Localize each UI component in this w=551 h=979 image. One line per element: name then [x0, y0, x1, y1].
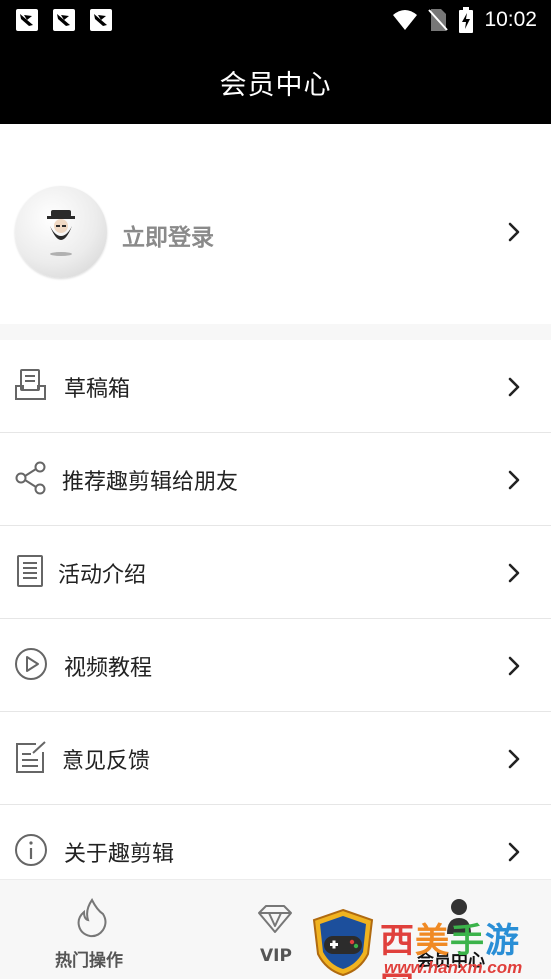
tab-label: 热门操作: [55, 951, 123, 971]
notification-icon: [16, 9, 38, 31]
feedback-edit-icon: [16, 741, 46, 773]
chevron-right-icon: [508, 470, 520, 490]
tab-vip[interactable]: VIP: [240, 880, 310, 979]
menu-item-activity[interactable]: 活动介绍: [0, 526, 551, 619]
menu-item-about[interactable]: 关于趣剪辑: [0, 805, 551, 881]
chevron-right-icon: [508, 842, 520, 862]
flame-icon: [77, 898, 107, 938]
status-time: 10:02: [484, 8, 537, 31]
tab-label: VIP: [260, 946, 292, 966]
title-bar: 会员中心: [0, 40, 551, 124]
info-icon: [15, 834, 47, 866]
chevron-right-icon: [508, 749, 520, 769]
wifi-icon: [393, 10, 418, 30]
play-circle-icon: [15, 648, 47, 680]
chevron-right-icon: [508, 222, 520, 242]
menu-item-label: 推荐趣剪辑给朋友: [62, 470, 239, 495]
page-title: 会员中心: [219, 69, 332, 101]
gamepad-shield-logo: [312, 908, 374, 976]
menu-item-label: 视频教程: [64, 656, 153, 681]
notification-icon: [90, 9, 112, 31]
chevron-right-icon: [508, 377, 520, 397]
menu-item-share[interactable]: 推荐趣剪辑给朋友: [0, 433, 551, 526]
watermark: 西美手游网 www.hanxm.com: [310, 908, 551, 979]
menu-item-label: 意见反馈: [62, 749, 151, 774]
battery-charging-icon: [459, 7, 474, 33]
menu-item-feedback[interactable]: 意见反馈: [0, 712, 551, 805]
avatar-icon: [47, 210, 75, 256]
notification-icon: [53, 9, 75, 31]
menu-item-tutorial[interactable]: 视频教程: [0, 619, 551, 712]
avatar[interactable]: [15, 186, 107, 278]
diamond-icon: [258, 905, 292, 933]
login-row[interactable]: 立即登录: [0, 124, 551, 324]
watermark-url: www.hanxm.com: [384, 958, 523, 977]
chevron-right-icon: [508, 656, 520, 676]
menu-item-label: 活动介绍: [58, 563, 147, 588]
tab-hot-actions[interactable]: 热门操作: [40, 880, 144, 979]
menu-item-drafts[interactable]: 草稿箱: [0, 340, 551, 433]
no-sim-icon: [428, 9, 449, 31]
share-icon: [15, 461, 46, 495]
chevron-right-icon: [508, 563, 520, 583]
draft-box-icon: [15, 369, 46, 400]
menu-item-label: 草稿箱: [64, 377, 131, 402]
document-icon: [17, 555, 43, 587]
login-label[interactable]: 立即登录: [122, 218, 214, 252]
menu-item-label: 关于趣剪辑: [64, 842, 175, 867]
status-bar: 10:02: [0, 0, 551, 40]
menu-list: 草稿箱 推荐趣剪辑给朋友 活动介绍 视频教程 意见反馈 关于趣剪辑: [0, 340, 551, 881]
